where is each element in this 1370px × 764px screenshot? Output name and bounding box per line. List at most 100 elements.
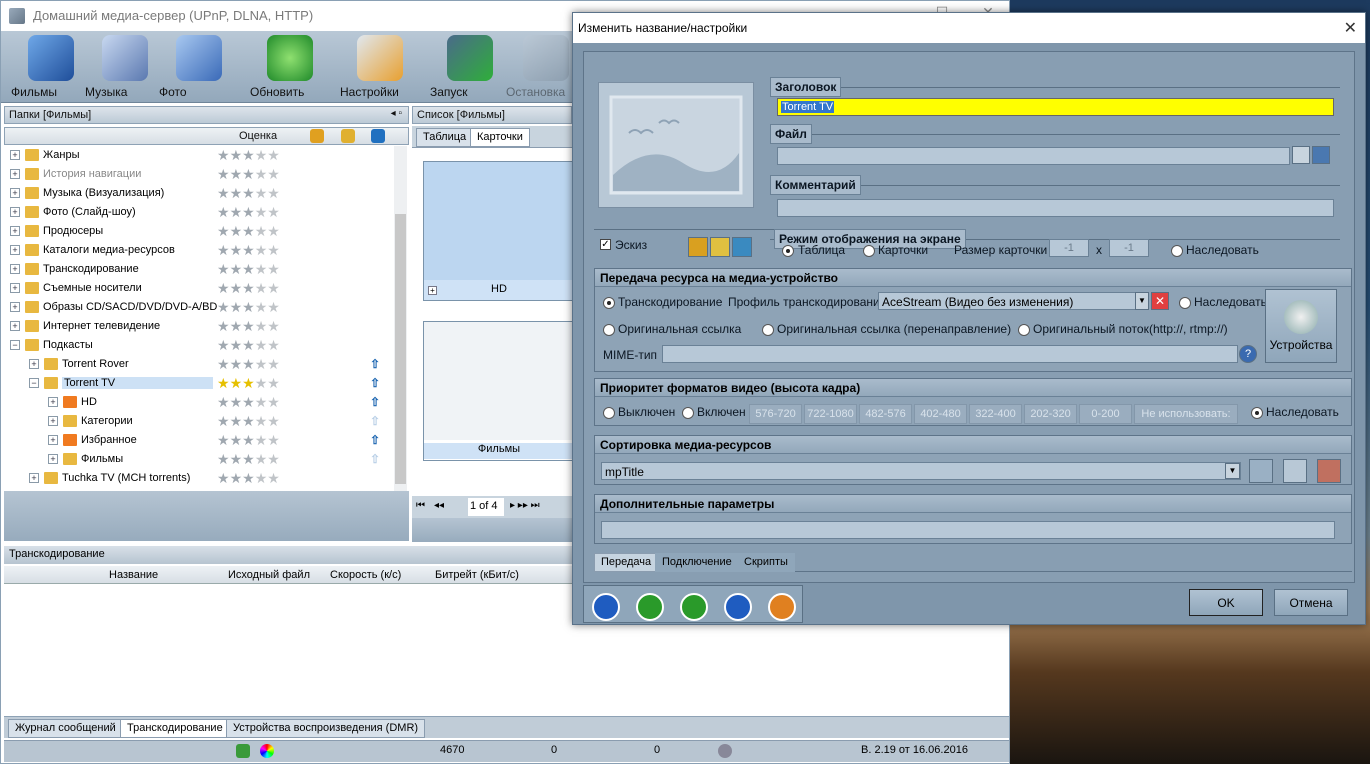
star-icon[interactable]: ★ (267, 356, 280, 372)
star-icon[interactable]: ★ (255, 261, 268, 277)
tree-item[interactable]: + Фильмы ★★★★★ ⇧ (4, 450, 409, 469)
star-icon[interactable]: ★ (255, 204, 268, 220)
upgrade-icon[interactable]: ⇧ (370, 395, 384, 409)
rating-stars[interactable]: ★★★★★ (217, 204, 280, 221)
star-icon[interactable]: ★ (255, 318, 268, 334)
tree-scrollbar[interactable] (394, 146, 407, 491)
star-icon[interactable]: ★ (230, 242, 243, 258)
star-icon[interactable]: ★ (267, 375, 280, 391)
extra-input[interactable] (601, 521, 1335, 539)
sketch-image-icon[interactable] (598, 82, 754, 208)
star-icon[interactable]: ★ (267, 470, 280, 486)
star-icon[interactable]: ★ (255, 280, 268, 296)
star-icon[interactable]: ★ (267, 337, 280, 353)
next-page-icon[interactable]: ▸ ▸▸ ⏭ (510, 500, 540, 511)
rating-stars[interactable]: ★★★★★ (217, 280, 280, 297)
star-icon[interactable]: ★ (255, 432, 268, 448)
star-icon[interactable]: ★ (267, 242, 280, 258)
star-icon[interactable]: ★ (230, 204, 243, 220)
star-icon[interactable]: ★ (267, 413, 280, 429)
sort-asc-icon[interactable] (1249, 459, 1273, 483)
card-height-input[interactable]: -1 (1109, 239, 1149, 257)
star-icon[interactable]: ★ (267, 432, 280, 448)
rating-stars[interactable]: ★★★★★ (217, 166, 280, 183)
rating-stars[interactable]: ★★★★★ (217, 413, 280, 430)
star-icon[interactable]: ★ (217, 261, 230, 277)
tree-item[interactable]: + Музыка (Визуализация) ★★★★★ (4, 184, 409, 203)
prev-page-icon[interactable]: ◂◂ (434, 500, 444, 511)
tab-cards[interactable]: Карточки (470, 128, 530, 147)
sort-select[interactable]: mpTitle (601, 462, 1241, 480)
search-icon[interactable] (1292, 146, 1310, 164)
star-icon[interactable]: ★ (267, 147, 280, 163)
column-icon-1[interactable] (310, 129, 324, 143)
tree-item[interactable]: + Каталоги медиа-ресурсов ★★★★★ (4, 241, 409, 260)
refresh-status-icon[interactable] (236, 744, 250, 758)
star-icon[interactable]: ★ (242, 470, 255, 486)
star-icon[interactable]: ★ (217, 166, 230, 182)
resolution-button[interactable]: 0-200 (1079, 404, 1132, 424)
rating-stars[interactable]: ★★★★★ (217, 318, 280, 335)
burst-icon[interactable] (688, 237, 708, 257)
first-page-icon[interactable]: ⏮ (416, 500, 425, 511)
card-hd[interactable]: + HD (423, 161, 574, 301)
cancel-button[interactable]: Отмена (1274, 589, 1348, 616)
resolution-button[interactable]: Не использовать: (1134, 404, 1238, 424)
sort-remove-icon[interactable] (1317, 459, 1341, 483)
user-icon[interactable] (718, 744, 732, 758)
star-icon[interactable]: ★ (267, 204, 280, 220)
star-icon[interactable]: ★ (242, 166, 255, 182)
tree-item[interactable]: − Torrent TV ★★★★★ ⇧ (4, 374, 409, 393)
mode-inherit-radio[interactable] (1171, 245, 1183, 257)
star-icon[interactable]: ★ (242, 413, 255, 429)
star-icon[interactable]: ★ (267, 223, 280, 239)
resolution-button[interactable]: 322-400 (969, 404, 1022, 424)
expand-icon[interactable]: + (10, 169, 20, 179)
tab-devices[interactable]: Устройства воспроизведения (DMR) (226, 719, 426, 738)
orig-link-radio[interactable] (603, 324, 615, 336)
key-icon[interactable] (341, 129, 355, 143)
help-icon[interactable]: ? (1239, 345, 1257, 363)
sketch-checkbox[interactable]: ✓ (600, 239, 611, 250)
star-icon[interactable]: ★ (267, 394, 280, 410)
star-icon[interactable]: ★ (242, 147, 255, 163)
star-icon[interactable]: ★ (267, 185, 280, 201)
star-icon[interactable]: ★ (267, 280, 280, 296)
folder-open-icon[interactable] (710, 237, 730, 257)
star-icon[interactable]: ★ (230, 356, 243, 372)
star-icon[interactable]: ★ (230, 337, 243, 353)
rating-column-header[interactable]: Оценка (239, 130, 277, 142)
rating-stars[interactable]: ★★★★★ (217, 432, 280, 449)
star-icon[interactable]: ★ (217, 337, 230, 353)
star-icon[interactable]: ★ (255, 470, 268, 486)
tree-item[interactable]: + Съемные носители ★★★★★ (4, 279, 409, 298)
rating-stars[interactable]: ★★★★★ (217, 451, 280, 468)
star-icon[interactable]: ★ (230, 432, 243, 448)
refresh-button[interactable]: Обновить (250, 31, 330, 103)
expand-icon[interactable]: + (10, 188, 20, 198)
expand-icon[interactable]: + (10, 264, 20, 274)
music-button[interactable]: Музыка (85, 31, 165, 103)
card-films[interactable]: +Фильмы (423, 321, 574, 461)
expand-icon[interactable]: + (48, 416, 58, 426)
star-icon[interactable]: ★ (217, 185, 230, 201)
expand-icon[interactable]: + (10, 226, 20, 236)
upgrade-icon[interactable]: ⇧ (370, 376, 384, 390)
apply-icon[interactable] (768, 593, 796, 621)
star-icon[interactable]: ★ (217, 280, 230, 296)
star-icon[interactable]: ★ (217, 299, 230, 315)
star-icon[interactable]: ★ (217, 451, 230, 467)
sort-dropdown-chevron-icon[interactable]: ▼ (1225, 463, 1240, 479)
star-icon[interactable]: ★ (255, 451, 268, 467)
expand-icon[interactable]: + (10, 207, 20, 217)
tree-item[interactable]: + Продюсеры ★★★★★ (4, 222, 409, 241)
upgrade-icon[interactable]: ⇧ (370, 452, 384, 466)
star-icon[interactable]: ★ (217, 147, 230, 163)
resolution-button[interactable]: 576-720 (749, 404, 802, 424)
header-input[interactable]: Torrent TV (777, 98, 1334, 116)
transfer-inherit-radio[interactable] (1179, 297, 1191, 309)
star-icon[interactable]: ★ (217, 242, 230, 258)
star-icon[interactable]: ★ (217, 470, 230, 486)
sort-up-icon[interactable] (371, 129, 385, 143)
tree-item[interactable]: + Категории ★★★★★ ⇧ (4, 412, 409, 431)
